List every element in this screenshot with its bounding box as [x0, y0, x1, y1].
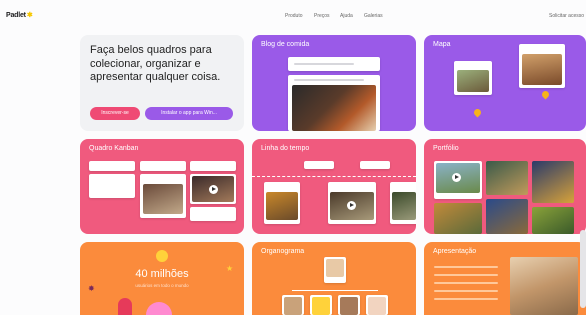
timeline-axis: [252, 176, 416, 178]
map-post: [519, 44, 565, 88]
smiley-icon: [156, 250, 168, 262]
nav-precos[interactable]: Preços: [314, 13, 330, 19]
blog-note: [288, 57, 380, 71]
card-blog[interactable]: Blog de comida: [252, 35, 416, 131]
play-icon[interactable]: [347, 201, 356, 210]
stats-caption: usuários em todo o mundo: [135, 283, 189, 288]
kanban-video: [190, 174, 236, 204]
padlet-logo[interactable]: Padlet✱: [6, 11, 33, 19]
card-org[interactable]: Organograma: [252, 242, 416, 315]
card-stats: 40 milhões usuários em todo o mundo ★ ✸: [80, 242, 244, 315]
org-node: [366, 295, 388, 315]
signup-button[interactable]: Inscrever-se: [90, 107, 140, 120]
card-org-title: Organograma: [261, 248, 305, 255]
portfolio-image: [486, 199, 528, 234]
map-pin-icon: [472, 107, 483, 118]
nav-produto[interactable]: Produto: [285, 13, 303, 19]
card-presentation[interactable]: Apresentação: [424, 242, 586, 315]
kanban-note: [89, 174, 135, 198]
kanban-note: [89, 161, 135, 171]
play-icon[interactable]: [452, 173, 461, 182]
star-icon: ★: [226, 264, 234, 273]
install-app-button[interactable]: Instalar o app para Win...: [145, 107, 233, 120]
card-timeline[interactable]: Linha do tempo: [252, 139, 416, 234]
hero-headline: Faça belos quadros para colecionar, orga…: [90, 44, 221, 83]
org-node: [338, 295, 360, 315]
portfolio-image: [434, 203, 482, 234]
org-node: [310, 295, 332, 315]
card-kanban-title: Quadro Kanban: [89, 145, 139, 152]
sparkle-icon: ✸: [88, 284, 95, 293]
kanban-note: [190, 161, 236, 171]
card-presentation-title: Apresentação: [433, 248, 477, 255]
portfolio-video: [434, 161, 482, 199]
card-timeline-title: Linha do tempo: [261, 145, 310, 152]
org-node: [324, 257, 346, 283]
play-icon[interactable]: [209, 185, 218, 194]
timeline-post: [390, 182, 416, 224]
org-node: [282, 295, 304, 315]
star-icon: ✱: [26, 12, 33, 19]
blog-post: [288, 75, 380, 131]
timeline-video: [328, 182, 376, 224]
creature-figure: [146, 302, 172, 315]
top-bar: Padlet✱ Produto Preços Ajuda Galerias So…: [0, 0, 586, 32]
kanban-note: [140, 161, 186, 171]
card-portfolio-title: Portfólio: [433, 145, 459, 152]
card-map-title: Mapa: [433, 41, 451, 48]
card-map[interactable]: Mapa: [424, 35, 586, 131]
kanban-post: [140, 174, 186, 218]
card-kanban[interactable]: Quadro Kanban: [80, 139, 244, 234]
org-connector: [292, 290, 378, 291]
card-portfolio[interactable]: Portfólio: [424, 139, 586, 234]
presentation-image: [510, 257, 578, 315]
timeline-post: [264, 182, 300, 224]
cactus-figure: [118, 298, 132, 315]
portfolio-image: [486, 161, 528, 195]
portfolio-image: [532, 207, 574, 234]
portfolio-image: [532, 161, 574, 203]
stats-number: 40 milhões: [135, 268, 189, 280]
hero-card: Faça belos quadros para colecionar, orga…: [80, 35, 244, 131]
nav-galerias[interactable]: Galerias: [364, 13, 383, 19]
scrollbar[interactable]: [580, 230, 586, 308]
nav-ajuda[interactable]: Ajuda: [340, 13, 353, 19]
timeline-label: [304, 161, 334, 169]
map-pin-icon: [540, 89, 551, 100]
map-post: [454, 61, 492, 95]
signin-link[interactable]: Solicitar acesso: [549, 13, 584, 19]
kanban-note: [190, 207, 236, 221]
timeline-label: [360, 161, 390, 169]
card-blog-title: Blog de comida: [261, 41, 310, 48]
